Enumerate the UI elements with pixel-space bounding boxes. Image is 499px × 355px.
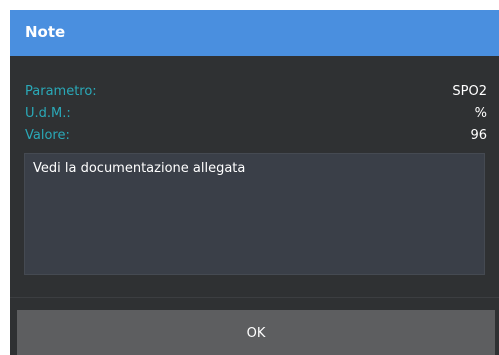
field-value: SPO2 — [452, 84, 487, 99]
field-label: Parametro: — [25, 84, 97, 99]
dialog-title: Note — [25, 23, 66, 41]
note-textarea[interactable]: Vedi la documentazione allegata — [24, 153, 485, 275]
field-row-parametro: Parametro: SPO2 — [25, 84, 487, 102]
note-dialog: Note Parametro: SPO2 U.d.M.: % Valore: 9… — [10, 10, 499, 355]
field-label: Valore: — [25, 128, 70, 143]
footer-divider — [10, 297, 499, 298]
field-label: U.d.M.: — [25, 106, 71, 121]
dialog-titlebar: Note — [10, 10, 499, 56]
field-row-valore: Valore: 96 — [25, 128, 487, 146]
ok-button[interactable]: OK — [17, 310, 495, 355]
field-row-udm: U.d.M.: % — [25, 106, 487, 124]
field-value: % — [474, 106, 487, 121]
field-value: 96 — [470, 128, 487, 143]
